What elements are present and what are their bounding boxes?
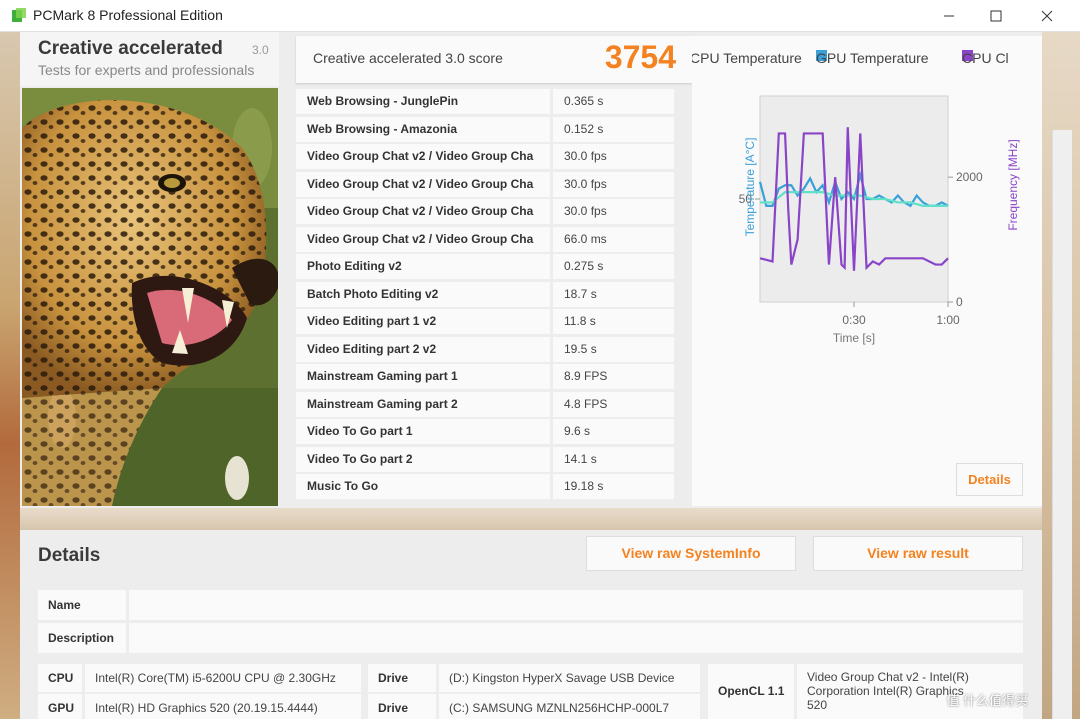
opencl-label: OpenCL 1.1: [708, 664, 794, 719]
result-value: 19.18 s: [553, 474, 674, 499]
result-value: 0.365 s: [553, 89, 674, 114]
details-button[interactable]: Details: [956, 463, 1023, 496]
maximize-button[interactable]: [973, 0, 1019, 32]
details-panel: Details View raw SystemInfo View raw res…: [20, 530, 1042, 719]
minimize-button[interactable]: [926, 0, 972, 32]
score-label: Creative accelerated 3.0 score: [313, 50, 503, 66]
result-row: Video To Go part 2 14.1 s: [296, 446, 674, 472]
monitoring-chart: 0:30 1:005020000Time [s]Temperature [A°C]…: [739, 95, 1020, 345]
result-row: Batch Photo Editing v2 18.7 s: [296, 281, 674, 307]
title-bar: PCMark 8 Professional Edition: [0, 0, 1080, 32]
result-row: Video To Go part 1 9.6 s: [296, 419, 674, 444]
benchmark-header: Creative accelerated 3.0 Tests for exper…: [20, 32, 279, 86]
result-row: Video Group Chat v2 / Video Group Cha 30.…: [296, 199, 674, 224]
gpu-label: GPU: [38, 694, 82, 719]
result-value: 30.0 fps: [553, 199, 674, 224]
result-value: 0.152 s: [553, 116, 674, 142]
score-card: Creative accelerated 3.0 score 3754: [296, 36, 692, 83]
chart-y2-tick-label: 2000: [956, 170, 983, 184]
result-row: Photo Editing v2 0.275 s: [296, 254, 674, 279]
result-value: 0.275 s: [553, 254, 674, 279]
chart-y2-axis-label: Frequency [MHz]: [1006, 139, 1020, 230]
result-test-name: Video Group Chat v2 / Video Group Cha: [296, 226, 550, 252]
result-value: 18.7 s: [553, 281, 674, 307]
result-value: 11.8 s: [553, 309, 674, 334]
result-row: Video Group Chat v2 / Video Group Cha 30.…: [296, 144, 674, 169]
results-table: Web Browsing - JunglePin 0.365 s Web Brows…: [296, 89, 674, 504]
monitoring-panel: CPU Temperature GPU Temperature CPU Cl 0…: [692, 36, 1042, 506]
result-value: 4.8 FPS: [553, 391, 674, 417]
chart-y-axis-label: Temperature [A°C]: [743, 138, 757, 237]
result-test-name: Music To Go: [296, 474, 550, 499]
result-panel: Creative accelerated 3.0 Tests for exper…: [20, 32, 1042, 508]
result-row: Video Group Chat v2 / Video Group Cha 66.…: [296, 226, 674, 252]
result-value: 19.5 s: [553, 336, 674, 362]
close-icon: [1041, 10, 1053, 22]
result-row: Music To Go 19.18 s: [296, 474, 674, 499]
cpu-value: Intel(R) Core(TM) i5-6200U CPU @ 2.30GHz: [85, 664, 361, 692]
result-test-name: Mainstream Gaming part 2: [296, 391, 550, 417]
result-test-name: Web Browsing - JunglePin: [296, 89, 550, 114]
gpu-value: Intel(R) HD Graphics 520 (20.19.15.4444): [85, 694, 361, 719]
description-value: [129, 623, 1023, 653]
result-test-name: Video Group Chat v2 / Video Group Cha: [296, 199, 550, 224]
maximize-icon: [990, 10, 1002, 22]
result-test-name: Photo Editing v2: [296, 254, 550, 279]
result-test-name: Batch Photo Editing v2: [296, 281, 550, 307]
score-value: 3754: [604, 39, 676, 75]
benchmark-subtitle: Tests for experts and professionals: [38, 62, 255, 78]
result-row: Web Browsing - Amazonia 0.152 s: [296, 116, 674, 142]
drive-value: (C:) SAMSUNG MZNLN256HCHP-000L7: [439, 694, 700, 719]
background-strip: [20, 508, 1042, 530]
drive-label: Drive: [368, 664, 436, 692]
chart-legend: CPU Temperature GPU Temperature CPU Cl: [692, 50, 1009, 66]
result-test-name: Mainstream Gaming part 1: [296, 364, 550, 389]
benchmark-version: 3.0: [252, 43, 269, 57]
cpu-label: CPU: [38, 664, 82, 692]
result-row: Video Editing part 1 v2 11.8 s: [296, 309, 674, 334]
benchmark-name: Creative accelerated: [38, 38, 223, 59]
minimize-icon: [944, 15, 954, 17]
result-row: Mainstream Gaming part 2 4.8 FPS: [296, 391, 674, 417]
result-test-name: Video Group Chat v2 / Video Group Cha: [296, 144, 550, 169]
details-title: Details: [38, 545, 101, 566]
result-value: 66.0 ms: [553, 226, 674, 252]
description-label: Description: [38, 623, 126, 653]
chart-x-tick-label: 0:30: [842, 313, 866, 327]
result-value: 30.0 fps: [553, 144, 674, 169]
result-test-name: Video Group Chat v2 / Video Group Cha: [296, 171, 550, 197]
chart-y2-tick-label: 0: [956, 295, 963, 309]
result-value: 30.0 fps: [553, 171, 674, 197]
chart-x-tick-label: 1:00: [936, 313, 960, 327]
name-label: Name: [38, 590, 126, 620]
drive-label: Drive: [368, 694, 436, 719]
result-test-name: Web Browsing - Amazonia: [296, 116, 550, 142]
result-row: Video Group Chat v2 / Video Group Cha 30.…: [296, 171, 674, 197]
result-row: Mainstream Gaming part 1 8.9 FPS: [296, 364, 674, 389]
name-value: [129, 590, 1023, 620]
pcmark-logo-icon: [12, 8, 26, 22]
view-raw-result-button[interactable]: View raw result: [813, 536, 1023, 571]
result-row: Web Browsing - JunglePin 0.365 s: [296, 89, 674, 114]
result-test-name: Video To Go part 2: [296, 446, 550, 472]
leopard-photo: [22, 88, 278, 506]
result-value: 9.6 s: [553, 419, 674, 444]
result-value: 14.1 s: [553, 446, 674, 472]
close-button[interactable]: [1024, 0, 1070, 32]
result-value: 8.9 FPS: [553, 364, 674, 389]
view-raw-systeminfo-button[interactable]: View raw SystemInfo: [586, 536, 796, 571]
background-left: [0, 32, 20, 719]
result-test-name: Video Editing part 1 v2: [296, 309, 550, 334]
window-title: PCMark 8 Professional Edition: [33, 7, 223, 23]
watermark: 值 什么值得买: [946, 693, 1028, 708]
vertical-scrollbar[interactable]: [1052, 130, 1072, 719]
opencl-value-line: Video Group Chat v2 - Intel(R): [807, 670, 969, 684]
result-row: Video Editing part 2 v2 19.5 s: [296, 336, 674, 362]
result-test-name: Video Editing part 2 v2: [296, 336, 550, 362]
drive-value: (D:) Kingston HyperX Savage USB Device: [439, 664, 700, 692]
result-test-name: Video To Go part 1: [296, 419, 550, 444]
chart-x-axis-label: Time [s]: [833, 331, 875, 345]
